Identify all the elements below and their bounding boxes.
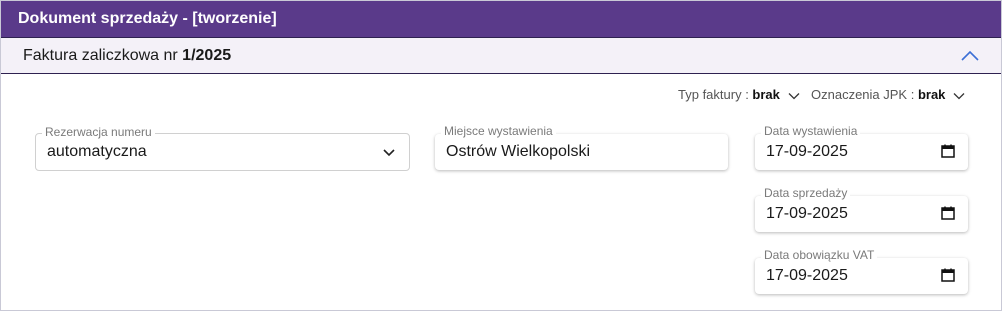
invoice-type-value: brak xyxy=(752,87,780,102)
section-header[interactable]: Faktura zaliczkowa nr 1/2025 xyxy=(1,37,1001,74)
place-value: Ostrów Wielkopolski xyxy=(446,143,591,160)
invoice-number: 1/2025 xyxy=(182,47,232,64)
invoice-type-label: Typ faktury : xyxy=(678,87,753,102)
invoice-type-selector[interactable]: Typ faktury : brak xyxy=(678,87,800,102)
vat-date-input[interactable]: Data obowiązku VAT 17-09-2025 xyxy=(755,248,968,294)
jpk-label: Oznaczenia JPK : xyxy=(811,87,918,102)
reservation-select[interactable]: Rezerwacja numeru automatyczna xyxy=(35,125,410,171)
issue-date-value: 17-09-2025 xyxy=(766,143,848,160)
chevron-down-icon xyxy=(788,92,799,99)
section-title-prefix: Faktura zaliczkowa nr xyxy=(23,47,183,64)
vat-date-value: 17-09-2025 xyxy=(766,267,848,284)
sale-date-input[interactable]: Data sprzedaży 17-09-2025 xyxy=(755,186,968,232)
issue-date-input[interactable]: Data wystawienia 17-09-2025 xyxy=(755,124,968,170)
reservation-value: automatyczna xyxy=(47,143,147,160)
chevron-down-icon xyxy=(953,92,965,99)
calendar-icon[interactable] xyxy=(940,205,956,221)
sale-date-value: 17-09-2025 xyxy=(766,205,848,222)
calendar-icon[interactable] xyxy=(940,267,956,283)
chevron-up-icon xyxy=(961,50,979,61)
window-title: Dokument sprzedaży - [tworzenie] xyxy=(1,1,1001,37)
sales-document-window: Dokument sprzedaży - [tworzenie] Faktura… xyxy=(0,0,1002,311)
calendar-icon[interactable] xyxy=(940,143,956,159)
jpk-value: brak xyxy=(917,87,946,102)
collapse-button[interactable] xyxy=(959,46,981,66)
place-input[interactable]: Miejsce wystawienia Ostrów Wielkopolski xyxy=(435,124,728,170)
jpk-selector[interactable]: Oznaczenia JPK : brak xyxy=(811,87,965,102)
chevron-down-icon xyxy=(383,149,395,157)
